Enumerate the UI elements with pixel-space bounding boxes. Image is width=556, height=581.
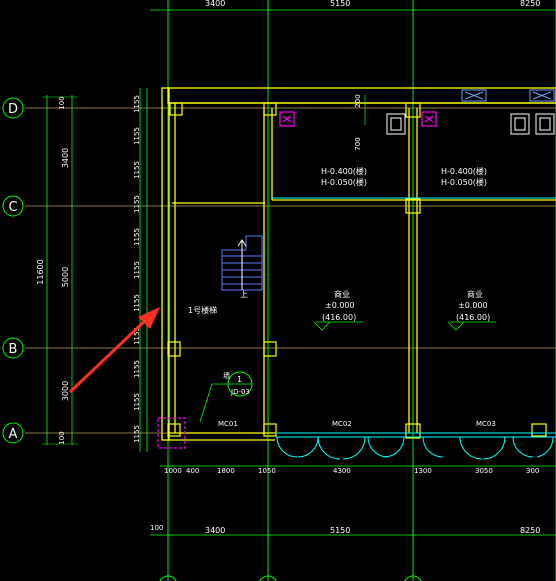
dim-bottom-d3: 1800 <box>217 467 235 475</box>
dim-small-2: 1155 <box>133 127 141 145</box>
elev-upper-1: H-0.400(楼) <box>321 166 367 176</box>
axis-label-A: A <box>9 427 18 442</box>
dim-top-3: 8250 <box>520 0 540 8</box>
dim-left-seg-1: 3400 <box>61 148 70 168</box>
shop1-abs: (416.00) <box>322 313 356 322</box>
dim-top-2: 5150 <box>330 0 350 8</box>
dim-bottom-extra: 100 <box>150 524 163 532</box>
stair-up-label: 上 <box>240 290 248 299</box>
dim-small-1: 1155 <box>133 95 141 113</box>
dim-bottom-d1: 1000 <box>164 467 182 475</box>
dim-left-top-edge: 100 <box>58 96 66 109</box>
stair-name: 1号楼梯 <box>188 305 217 315</box>
dim-small-10: 1155 <box>133 393 141 411</box>
axis-label-C: C <box>8 200 17 215</box>
dim-small-3: 1155 <box>133 161 141 179</box>
dim-mid-700: 700 <box>354 137 362 150</box>
dim-bottom-3: 8250 <box>520 526 540 535</box>
door-mc01: MC01 <box>218 420 238 428</box>
detail-num: 1 <box>237 375 242 384</box>
dim-bottom-d7: 3050 <box>475 467 493 475</box>
dim-bottom-d4: 1050 <box>258 467 276 475</box>
detail-ref: JD-03 <box>230 388 250 396</box>
axis-label-B: B <box>9 342 18 357</box>
dim-small-9: 1155 <box>133 360 141 378</box>
dim-bottom-1: 3400 <box>205 526 225 535</box>
dim-small-11: 1155 <box>133 425 141 443</box>
shop2-abs: (416.00) <box>456 313 490 322</box>
axis-label-D: D <box>8 102 18 117</box>
shop2-level: ±0.000 <box>458 301 488 310</box>
cad-drawing-canvas[interactable]: 3400 5150 8250 D C B A 100 11600 3400 50… <box>0 0 556 581</box>
elev-upper-2: H-0.050(楼) <box>321 177 367 187</box>
dim-top-1: 3400 <box>205 0 225 8</box>
dim-bottom-d6: 1300 <box>414 467 432 475</box>
elev-upper-4: H-0.050(楼) <box>441 177 487 187</box>
dim-small-7: 1155 <box>133 294 141 312</box>
dim-bottom-d2: 400 <box>186 467 199 475</box>
shop1-label: 商业 <box>334 289 350 299</box>
shop1-level: ±0.000 <box>325 301 355 310</box>
door-mc03: MC03 <box>476 420 496 428</box>
dim-small-5: 1155 <box>133 228 141 246</box>
detail-tag: 墙 <box>223 371 230 380</box>
dim-left-seg-2: 5000 <box>61 267 70 287</box>
dim-mid-200: 200 <box>354 94 362 107</box>
dim-small-4: 1155 <box>133 195 141 213</box>
dim-bottom-2: 5150 <box>330 526 350 535</box>
elev-upper-3: H-0.400(楼) <box>441 166 487 176</box>
shop2-label: 商业 <box>467 289 483 299</box>
dim-left-seg-3: 3000 <box>61 381 70 401</box>
dim-small-6: 1155 <box>133 261 141 279</box>
door-mc02: MC02 <box>332 420 352 428</box>
dim-bottom-d8: 300 <box>526 467 539 475</box>
dim-left-bottom-edge: 100 <box>58 431 66 444</box>
dim-left-total: 11600 <box>36 259 45 284</box>
dim-bottom-d5: 4300 <box>333 467 351 475</box>
